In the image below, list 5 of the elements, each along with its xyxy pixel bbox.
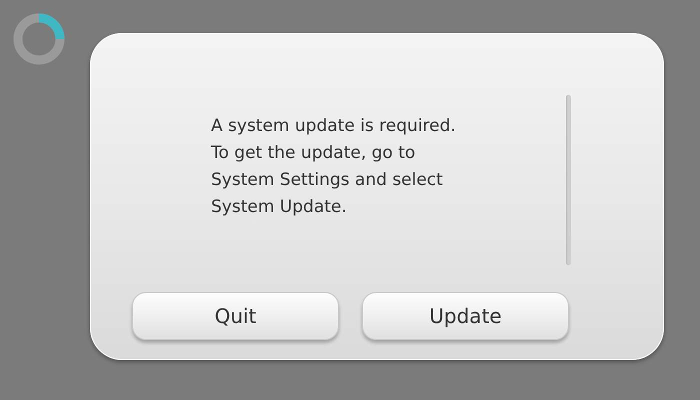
loading-spinner-icon — [12, 12, 66, 66]
message-text: A system update is required. To get the update, go to System Settings and select System Update. — [211, 115, 457, 219]
update-button[interactable]: Update — [362, 292, 569, 340]
quit-button[interactable]: Quit — [132, 292, 339, 340]
scroll-bar[interactable] — [566, 95, 571, 265]
